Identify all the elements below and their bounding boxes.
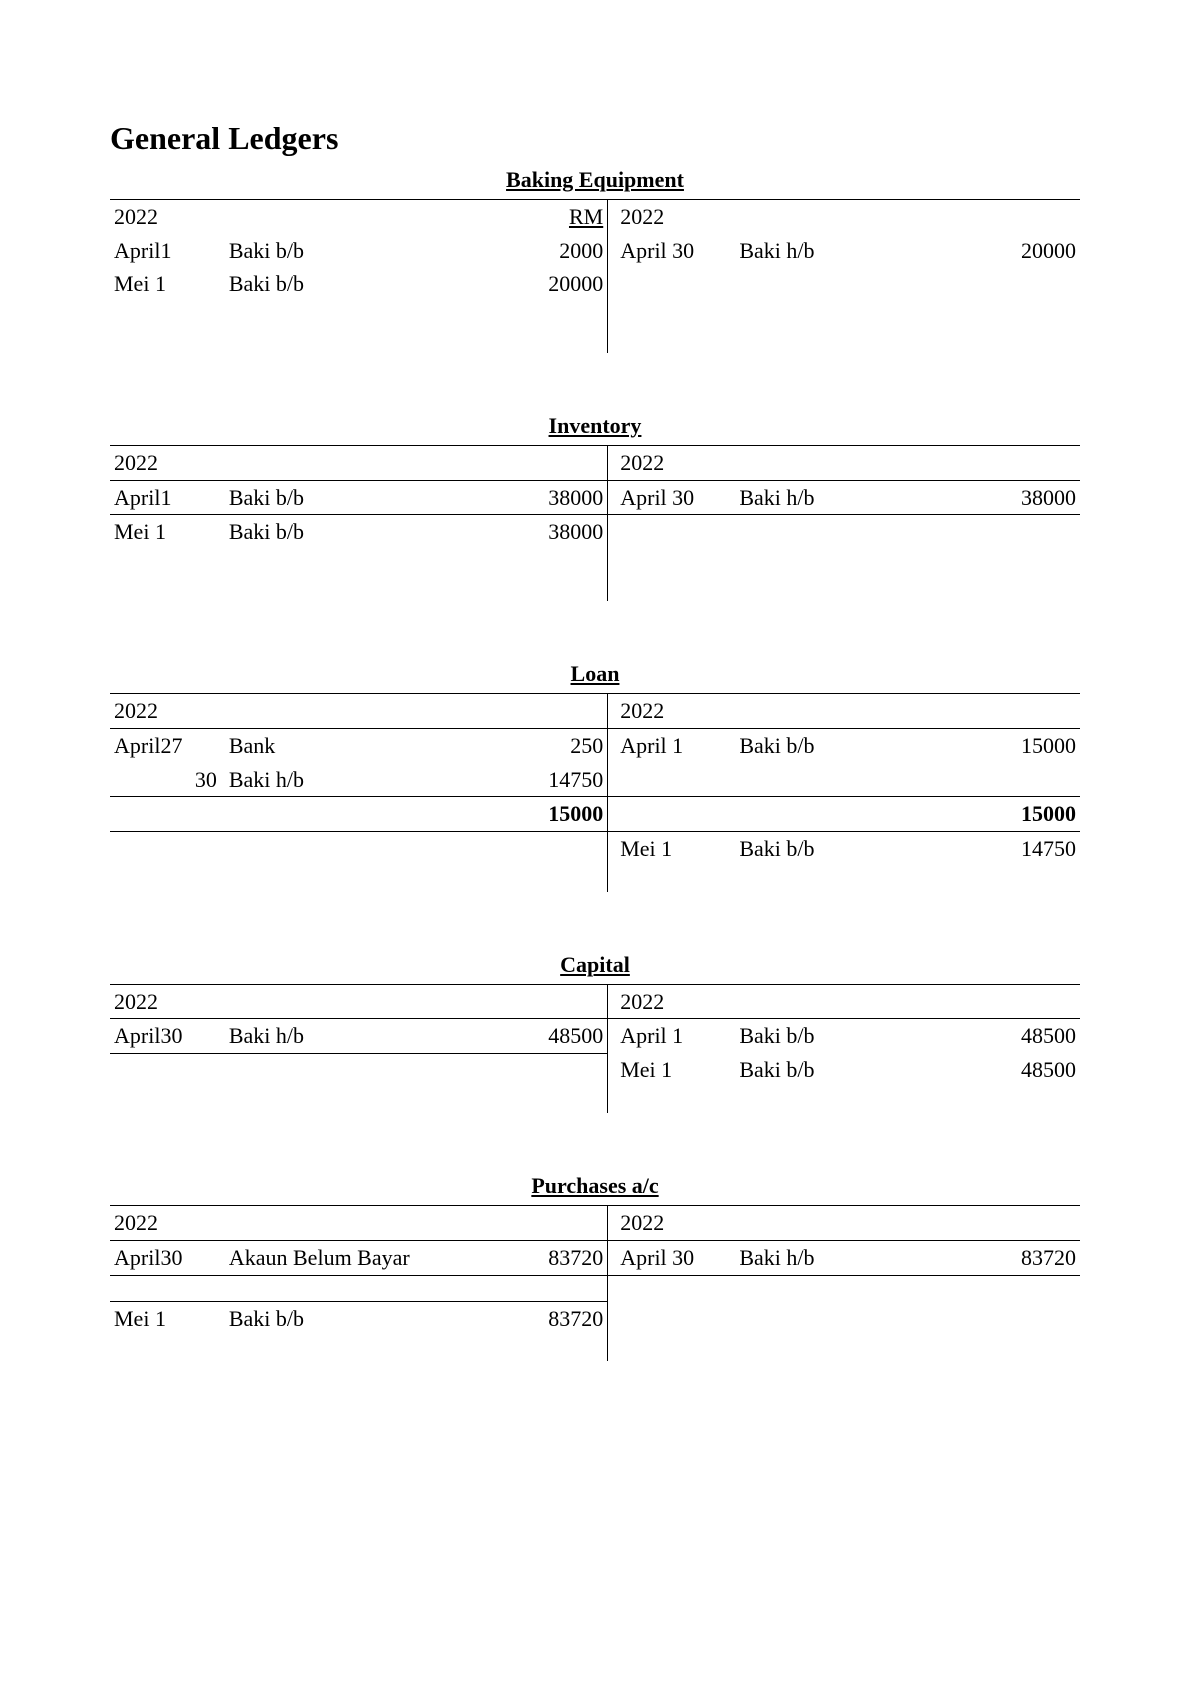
- entry-date: Mei 1: [608, 831, 736, 865]
- entry-date: Mei 1: [608, 1053, 736, 1087]
- entry-particulars: Baki b/b: [225, 515, 480, 549]
- entry-date: April 30: [608, 1240, 736, 1275]
- entry-particulars: Baki b/b: [225, 480, 480, 515]
- total-credit: 15000: [952, 797, 1080, 832]
- entry-particulars: Baki h/b: [735, 480, 952, 515]
- entry-particulars: Baki b/b: [225, 234, 480, 268]
- entry-date: 30: [110, 763, 225, 797]
- entry-date: April30: [110, 1019, 225, 1054]
- entry-date: April27: [110, 728, 225, 762]
- entry-amount: 38000: [480, 480, 608, 515]
- entry-date: Mei 1: [110, 515, 225, 549]
- entry-date: April1: [110, 234, 225, 268]
- entry-particulars: Baki b/b: [225, 1301, 480, 1335]
- year-label: 2022: [110, 1206, 225, 1241]
- ledger-purchases: 2022 2022 April30 Akaun Belum Bayar 8372…: [110, 1205, 1080, 1361]
- total-debit: 15000: [480, 797, 608, 832]
- entry-amount: 38000: [480, 515, 608, 549]
- year-label: 2022: [110, 984, 225, 1019]
- year-label: 2022: [110, 446, 225, 481]
- entry-date: April30: [110, 1240, 225, 1275]
- entry-amount: 14750: [952, 831, 1080, 865]
- year-label: 2022: [608, 200, 736, 234]
- entry-particulars: Bank: [225, 728, 480, 762]
- entry-particulars: Baki b/b: [735, 1053, 952, 1087]
- year-label: 2022: [608, 984, 736, 1019]
- entry-particulars: Akaun Belum Bayar: [225, 1240, 480, 1275]
- entry-amount: 48500: [952, 1019, 1080, 1054]
- entry-particulars: Baki h/b: [225, 1019, 480, 1054]
- entry-particulars: Baki b/b: [735, 728, 952, 762]
- page-title: General Ledgers: [110, 120, 1080, 157]
- entry-amount: 20000: [952, 234, 1080, 268]
- account-title-loan: Loan: [110, 661, 1080, 687]
- entry-date: April 30: [608, 234, 736, 268]
- account-title-baking-equipment: Baking Equipment: [110, 167, 1080, 193]
- year-label: 2022: [608, 446, 736, 481]
- entry-amount: 2000: [480, 234, 608, 268]
- entry-particulars: Baki b/b: [735, 831, 952, 865]
- entry-particulars: Baki h/b: [735, 234, 952, 268]
- entry-date: April 1: [608, 1019, 736, 1054]
- entry-amount: 15000: [952, 728, 1080, 762]
- year-label: 2022: [608, 1206, 736, 1241]
- entry-date: April 1: [608, 728, 736, 762]
- entry-amount: 48500: [952, 1053, 1080, 1087]
- account-title-capital: Capital: [110, 952, 1080, 978]
- entry-date: April 30: [608, 480, 736, 515]
- ledger-loan: 2022 2022 April27 Bank 250 April 1 Baki …: [110, 693, 1080, 891]
- year-label: 2022: [110, 200, 225, 234]
- currency-header: RM: [480, 200, 608, 234]
- ledger-baking-equipment: 2022 RM 2022 April1 Baki b/b 2000 April …: [110, 199, 1080, 353]
- entry-particulars: Baki h/b: [225, 763, 480, 797]
- entry-amount: 20000: [480, 267, 608, 301]
- account-title-purchases: Purchases a/c: [110, 1173, 1080, 1199]
- year-label: 2022: [110, 694, 225, 729]
- entry-amount: 83720: [480, 1240, 608, 1275]
- entry-amount: 83720: [480, 1301, 608, 1335]
- account-title-inventory: Inventory: [110, 413, 1080, 439]
- entry-amount: 14750: [480, 763, 608, 797]
- entry-date: Mei 1: [110, 267, 225, 301]
- entry-date: Mei 1: [110, 1301, 225, 1335]
- entry-particulars: Baki b/b: [735, 1019, 952, 1054]
- ledger-inventory: 2022 2022 April1 Baki b/b 38000 April 30…: [110, 445, 1080, 601]
- document-page: General Ledgers Baking Equipment 2022 RM…: [0, 0, 1200, 1421]
- entry-date: April1: [110, 480, 225, 515]
- ledger-capital: 2022 2022 April30 Baki h/b 48500 April 1…: [110, 984, 1080, 1114]
- year-label: 2022: [608, 694, 736, 729]
- entry-amount: 48500: [480, 1019, 608, 1054]
- entry-particulars: Baki h/b: [735, 1240, 952, 1275]
- entry-particulars: Baki b/b: [225, 267, 480, 301]
- entry-amount: 250: [480, 728, 608, 762]
- entry-amount: 83720: [952, 1240, 1080, 1275]
- entry-amount: 38000: [952, 480, 1080, 515]
